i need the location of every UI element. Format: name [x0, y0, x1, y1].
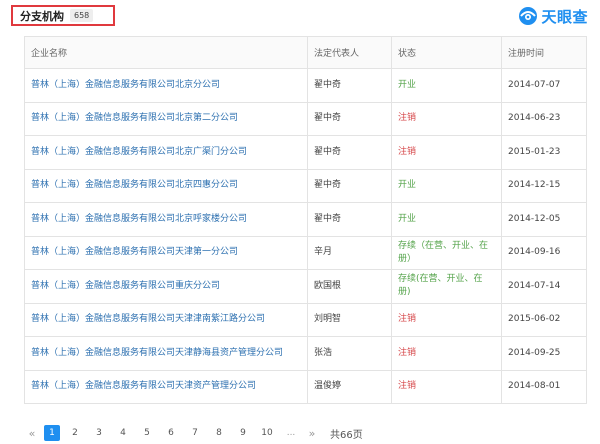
reg-date-cell: 2015-01-23 — [501, 135, 587, 170]
company-link[interactable]: 普林（上海）金融信息服务有限公司天津津南紫江路分公司 — [24, 302, 308, 337]
table-row: 普林（上海）金融信息服务有限公司北京分公司 翟中奇 开业 2014-07-07 — [24, 68, 587, 103]
status-cell: 开业 — [391, 168, 502, 203]
reg-date-cell: 2014-06-23 — [501, 101, 587, 136]
legal-rep-link[interactable]: 张浩 — [307, 336, 392, 371]
page-button-6[interactable]: 6 — [162, 425, 180, 441]
company-link[interactable]: 普林（上海）金融信息服务有限公司北京广渠门分公司 — [24, 135, 308, 170]
legal-rep-link[interactable]: 温俊婷 — [307, 369, 392, 404]
legal-rep-link[interactable]: 翟中奇 — [307, 68, 392, 103]
status-cell: 注销 — [391, 302, 502, 337]
prev-page-button[interactable]: « — [26, 425, 38, 441]
status-cell: 存续(在营、开业、在册) — [391, 269, 502, 304]
legal-rep-link[interactable]: 翟中奇 — [307, 101, 392, 136]
reg-date-cell: 2014-07-07 — [501, 68, 587, 103]
company-link[interactable]: 普林（上海）金融信息服务有限公司北京分公司 — [24, 68, 308, 103]
branch-count-badge: 658 — [70, 9, 94, 22]
status-cell: 开业 — [391, 202, 502, 237]
table-row: 普林（上海）金融信息服务有限公司天津资产管理分公司 温俊婷 注销 2014-08-01 — [24, 369, 587, 404]
company-link[interactable]: 普林（上海）金融信息服务有限公司天津资产管理分公司 — [24, 369, 308, 404]
page-button-7[interactable]: 7 — [186, 425, 204, 441]
column-header-legal-rep: 法定代表人 — [307, 36, 392, 69]
column-header-reg-date: 注册时间 — [501, 36, 587, 69]
branch-section-header: 分支机构 658 — [11, 5, 115, 26]
company-link[interactable]: 普林（上海）金融信息服务有限公司北京四惠分公司 — [24, 168, 308, 203]
table-row: 普林（上海）金融信息服务有限公司天津静海县资产管理分公司 张浩 注销 2014-09-… — [24, 336, 587, 371]
legal-rep-link[interactable]: 刘明智 — [307, 302, 392, 337]
next-page-button[interactable]: » — [306, 425, 318, 441]
branch-table: 企业名称 法定代表人 状态 注册时间 普林（上海）金融信息服务有限公司北京分公司… — [24, 36, 587, 404]
company-link[interactable]: 普林（上海）金融信息服务有限公司天津静海县资产管理分公司 — [24, 336, 308, 371]
status-cell: 注销 — [391, 101, 502, 136]
legal-rep-link[interactable]: 翟中奇 — [307, 135, 392, 170]
legal-rep-link[interactable]: 辛月 — [307, 235, 392, 270]
status-cell: 注销 — [391, 135, 502, 170]
reg-date-cell: 2014-12-05 — [501, 202, 587, 237]
total-pages-label: 共66页 — [330, 429, 363, 441]
tianyancha-logo: 天眼查 — [517, 5, 588, 27]
page-button-2[interactable]: 2 — [66, 425, 84, 441]
table-row: 普林（上海）金融信息服务有限公司北京广渠门分公司 翟中奇 注销 2015-01-23 — [24, 135, 587, 170]
logo-text: 天眼查 — [541, 7, 588, 26]
legal-rep-link[interactable]: 翟中奇 — [307, 168, 392, 203]
company-link[interactable]: 普林（上海）金融信息服务有限公司北京呼家楼分公司 — [24, 202, 308, 237]
page-button-5[interactable]: 5 — [138, 425, 156, 441]
status-cell: 注销 — [391, 336, 502, 371]
status-cell: 开业 — [391, 68, 502, 103]
column-header-company: 企业名称 — [24, 36, 308, 69]
status-cell: 注销 — [391, 369, 502, 404]
page-button-9[interactable]: 9 — [234, 425, 252, 441]
company-link[interactable]: 普林（上海）金融信息服务有限公司天津第一分公司 — [24, 235, 308, 270]
company-link[interactable]: 普林（上海）金融信息服务有限公司北京第二分公司 — [24, 101, 308, 136]
table-row: 普林（上海）金融信息服务有限公司北京四惠分公司 翟中奇 开业 2014-12-15 — [24, 168, 587, 203]
page-button-3[interactable]: 3 — [90, 425, 108, 441]
pagination: « 1 2 3 4 5 6 7 8 9 10 ... » 共66页 — [26, 424, 363, 442]
reg-date-cell: 2014-09-25 — [501, 336, 587, 371]
legal-rep-link[interactable]: 欧国根 — [307, 269, 392, 304]
company-link[interactable]: 普林（上海）金融信息服务有限公司重庆分公司 — [24, 269, 308, 304]
eye-logo-icon — [519, 7, 538, 25]
column-header-status: 状态 — [391, 36, 502, 69]
reg-date-cell: 2014-09-16 — [501, 235, 587, 270]
reg-date-cell: 2014-08-01 — [501, 369, 587, 404]
page-button-1[interactable]: 1 — [44, 425, 60, 441]
table-row: 普林（上海）金融信息服务有限公司北京第二分公司 翟中奇 注销 2014-06-23 — [24, 101, 587, 136]
table-header-row: 企业名称 法定代表人 状态 注册时间 — [24, 36, 587, 69]
reg-date-cell: 2014-07-14 — [501, 269, 587, 304]
table-row: 普林（上海）金融信息服务有限公司天津第一分公司 辛月 存续（在营、开业、在册） 201… — [24, 235, 587, 270]
pagination-ellipsis: ... — [286, 428, 296, 438]
page-button-10[interactable]: 10 — [258, 425, 276, 441]
table-row: 普林（上海）金融信息服务有限公司天津津南紫江路分公司 刘明智 注销 2015-06-0… — [24, 302, 587, 337]
section-title: 分支机构 — [20, 9, 64, 23]
reg-date-cell: 2015-06-02 — [501, 302, 587, 337]
table-row: 普林（上海）金融信息服务有限公司重庆分公司 欧国根 存续(在营、开业、在册) 2014… — [24, 269, 587, 304]
page-button-4[interactable]: 4 — [114, 425, 132, 441]
status-cell: 存续（在营、开业、在册） — [391, 235, 502, 270]
reg-date-cell: 2014-12-15 — [501, 168, 587, 203]
table-row: 普林（上海）金融信息服务有限公司北京呼家楼分公司 翟中奇 开业 2014-12-05 — [24, 202, 587, 237]
legal-rep-link[interactable]: 翟中奇 — [307, 202, 392, 237]
page-button-8[interactable]: 8 — [210, 425, 228, 441]
